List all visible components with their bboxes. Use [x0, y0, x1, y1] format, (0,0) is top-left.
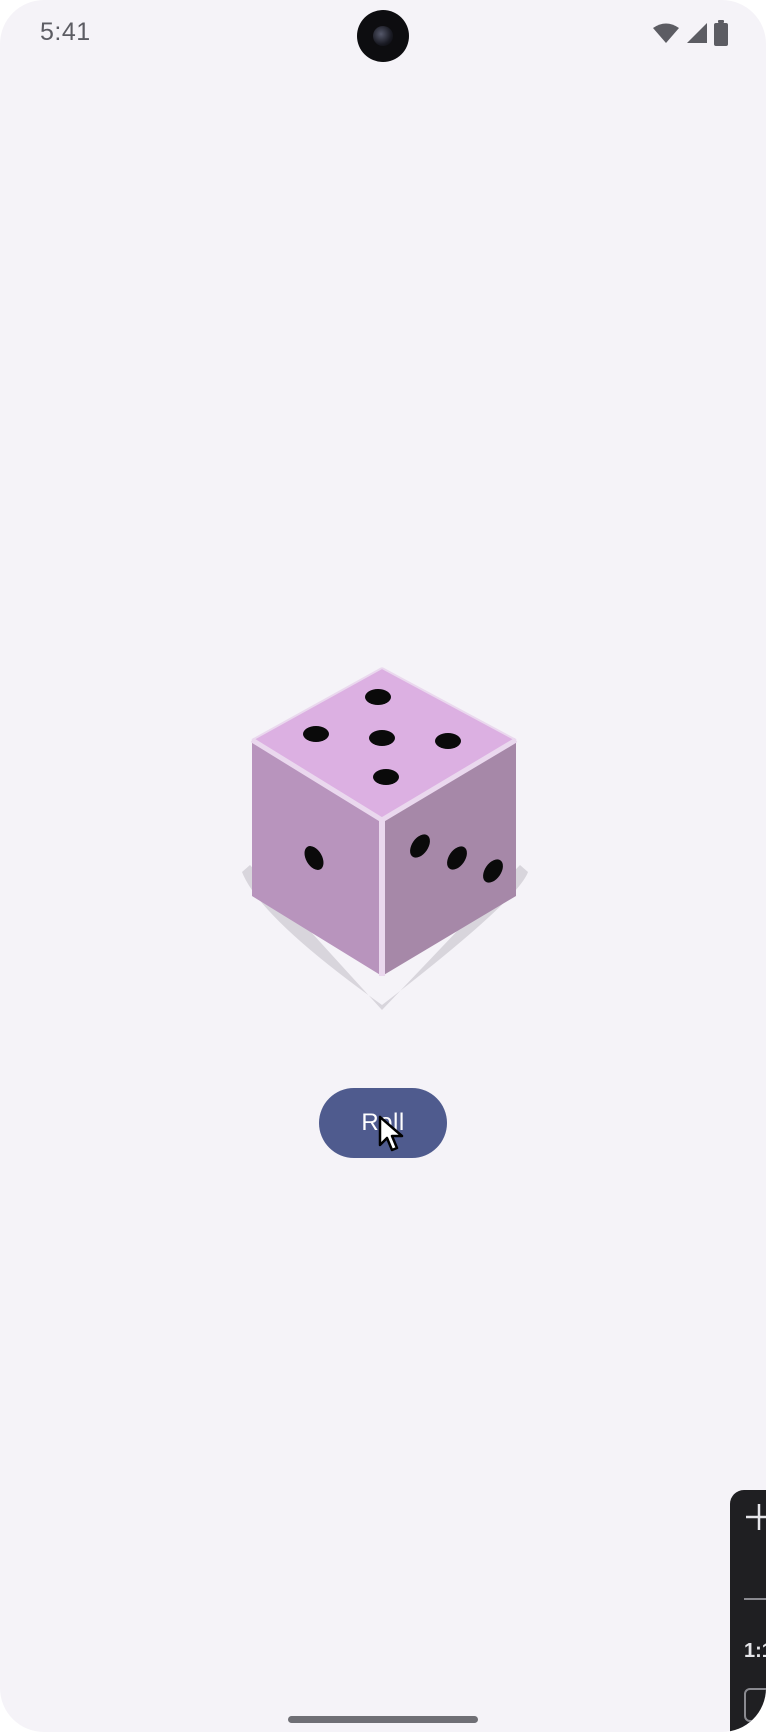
emulator-side-toolbar: 1:1	[730, 1490, 766, 1732]
minus-icon[interactable]	[744, 1598, 766, 1600]
frame-icon[interactable]	[744, 1688, 766, 1722]
gesture-nav-bar[interactable]	[288, 1716, 478, 1723]
front-camera	[357, 10, 409, 62]
cellular-signal-icon	[687, 23, 707, 43]
wifi-icon	[653, 23, 679, 43]
plus-icon[interactable]	[744, 1502, 766, 1532]
mouse-cursor-icon	[378, 1115, 404, 1152]
dice-pip	[365, 689, 391, 705]
phone-screen: 5:41 1:	[0, 0, 766, 1732]
dice-pip	[435, 733, 461, 749]
dice-pip	[303, 726, 329, 742]
dice-pip	[373, 769, 399, 785]
status-icons	[652, 20, 728, 46]
dice-pip	[369, 730, 395, 746]
camera-lens	[373, 26, 393, 46]
battery-icon	[714, 20, 728, 46]
zoom-ratio-label[interactable]: 1:1	[744, 1640, 766, 1663]
status-time: 5:41	[40, 18, 91, 46]
dice-image	[242, 667, 528, 1010]
